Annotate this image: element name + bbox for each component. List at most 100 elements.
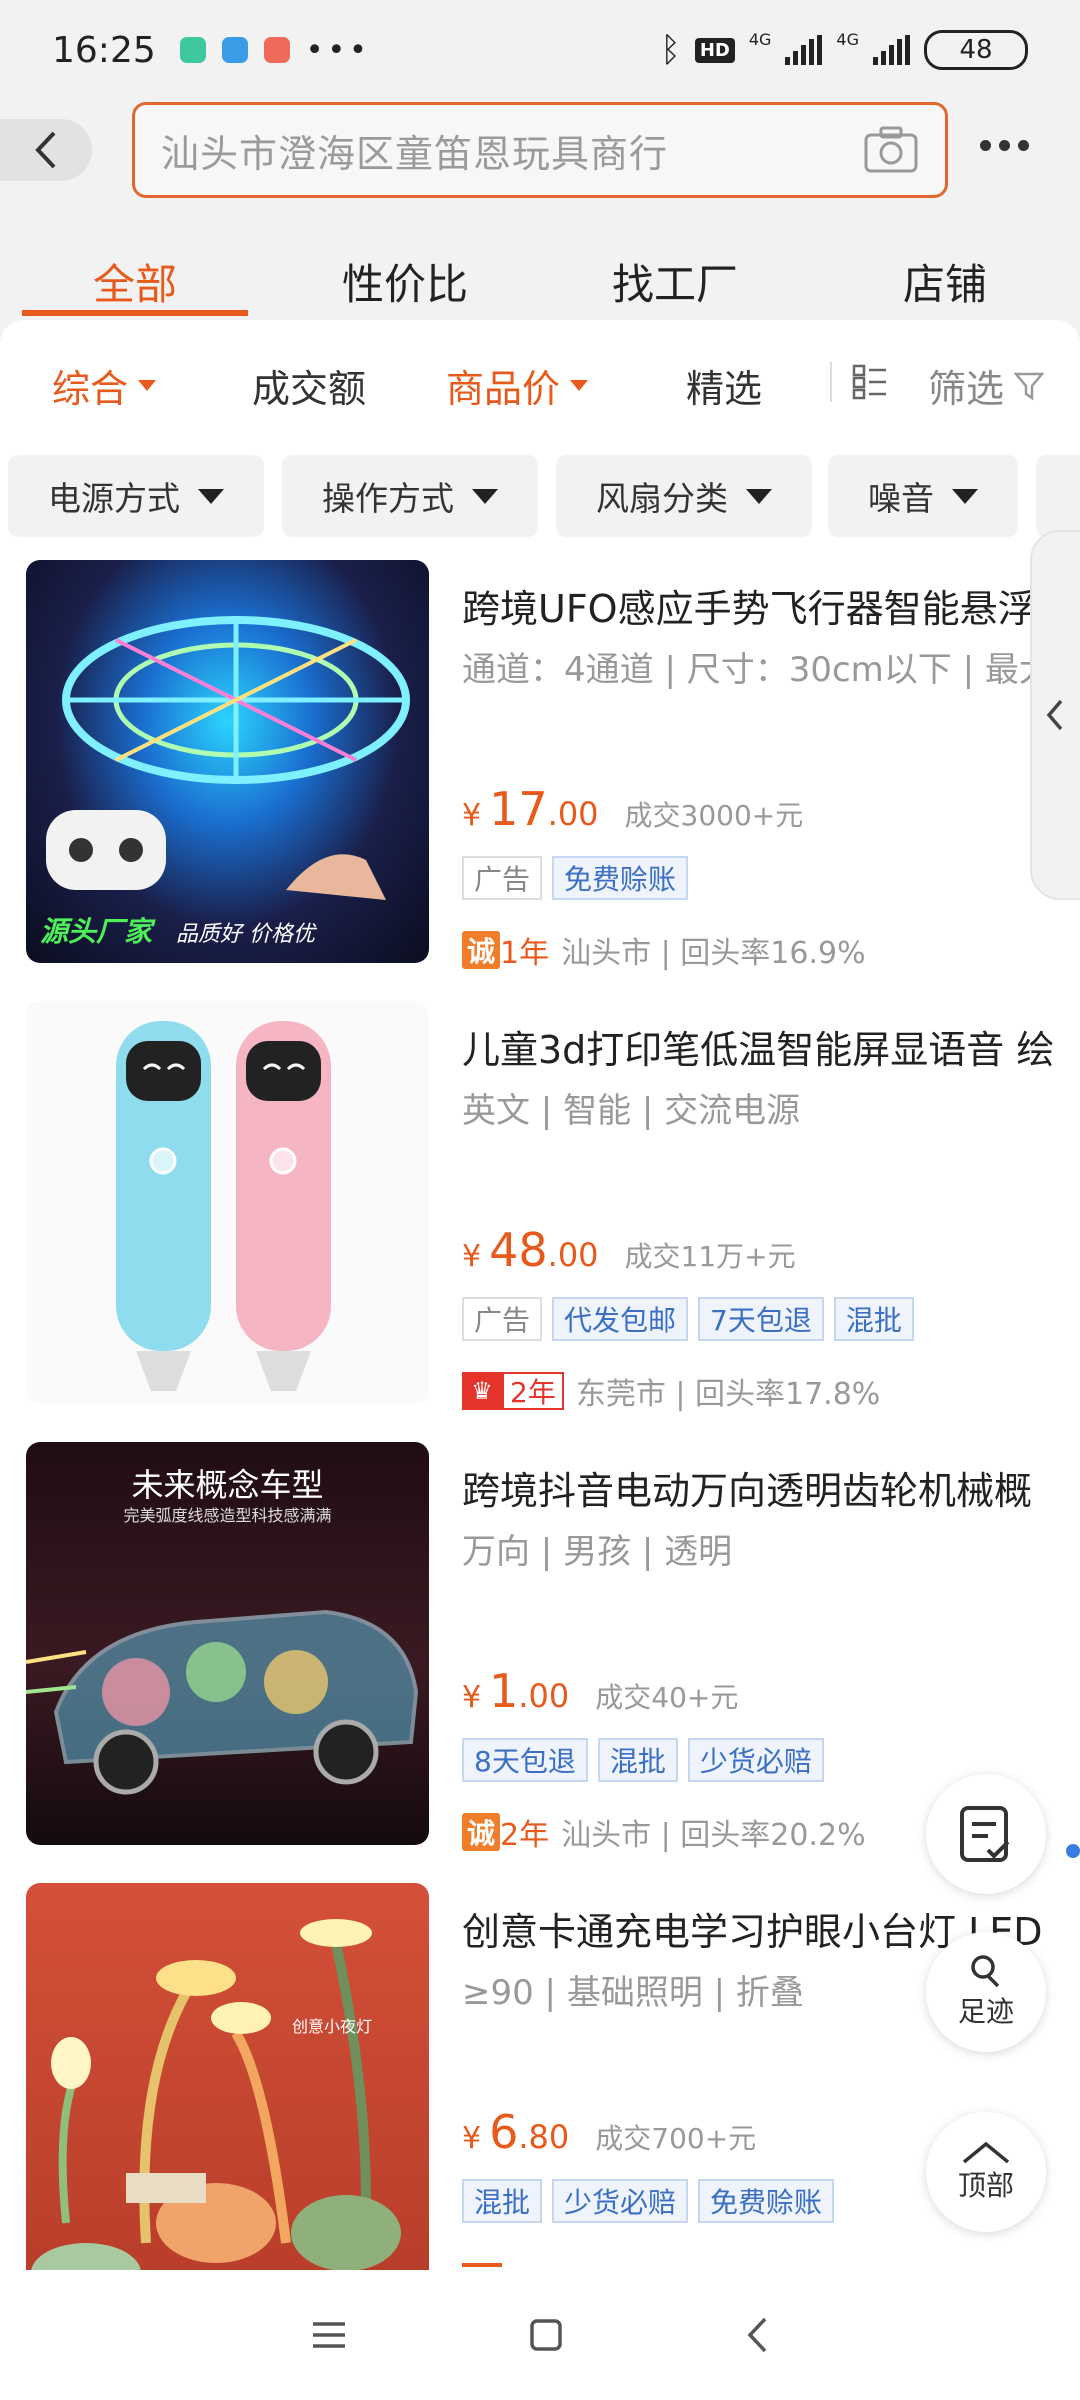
sort-turnover-label: 成交额 xyxy=(252,367,367,411)
funnel-icon xyxy=(1014,372,1045,400)
home-icon[interactable] xyxy=(529,2318,563,2352)
sort-turnover[interactable]: 成交额 xyxy=(252,358,366,413)
service-tag: 7天包退 xyxy=(698,1297,824,1341)
network-label-2: 4G xyxy=(836,30,859,49)
search-header: 汕头市澄海区童笛恩玩具商行 xyxy=(0,100,1080,205)
more-options-icon[interactable] xyxy=(980,140,1029,151)
caret-down-icon xyxy=(198,488,224,504)
divider xyxy=(830,362,832,402)
service-tag: 混批 xyxy=(833,1297,914,1341)
tab-factory[interactable]: 找工厂 xyxy=(540,215,810,315)
caret-down-icon xyxy=(472,488,498,504)
membership-years: 1年 xyxy=(500,936,550,971)
currency-symbol: ¥ xyxy=(462,1680,482,1715)
notification-dot xyxy=(1066,1844,1080,1858)
price-decimal: .00 xyxy=(547,795,599,833)
integrity-badge-icon: 诚 xyxy=(462,1813,500,1851)
product-tags: 混批 少货必赔 免费赊账 xyxy=(462,2179,835,2223)
search-input[interactable]: 汕头市澄海区童笛恩玩具商行 xyxy=(132,102,948,198)
caret-down-icon xyxy=(746,488,772,504)
layout-toggle-icon[interactable] xyxy=(852,364,888,400)
app-notification-icon xyxy=(221,37,248,63)
price-integer: 1 xyxy=(489,1664,519,1718)
filter-button[interactable]: 筛选 xyxy=(928,358,1045,413)
back-button[interactable] xyxy=(0,119,92,181)
caret-down-icon xyxy=(138,380,157,391)
product-attributes: 通道：4通道 | 尺寸：30cm以下 | 最大 xyxy=(462,650,1053,690)
menu-icon[interactable] xyxy=(311,2320,347,2350)
status-time: 16:25 xyxy=(52,29,156,71)
back-to-top-button[interactable]: 顶部 xyxy=(926,2112,1046,2232)
product-card[interactable]: 儿童3d打印笔低温智能屏显语音 绘 英文 | 智能 | 交流电源 ¥ 48 .0… xyxy=(0,1001,1080,1442)
filter-chip-noise[interactable]: 噪音 xyxy=(828,455,1018,537)
sort-price-label: 商品价 xyxy=(446,367,561,411)
side-drawer-handle[interactable] xyxy=(1030,530,1080,900)
product-card[interactable]: 源头厂家 品质好 价格优 跨境UFO感应手势飞行器智能悬浮 通道：4通道 | 尺… xyxy=(0,560,1080,1001)
service-tag: 少货必赔 xyxy=(552,2179,689,2223)
product-image-ufo[interactable]: 源头厂家 品质好 价格优 xyxy=(26,560,429,963)
status-bar: 16:25 ••• ᛒ HD 4G 4G 48 xyxy=(0,0,1080,100)
chevron-left-icon xyxy=(1046,699,1063,731)
signal-icon-2 xyxy=(873,35,910,65)
product-title: 跨境抖音电动万向透明齿轮机械概 xyxy=(462,1469,1033,1513)
back-icon[interactable] xyxy=(745,2316,769,2354)
chevron-up-icon xyxy=(962,2141,1010,2164)
seller-location-rate: 东莞市 | 回头率17.8% xyxy=(575,1377,881,1412)
product-title: 儿童3d打印笔低温智能屏显语音 绘 xyxy=(462,1028,1055,1072)
footprint-icon xyxy=(971,1955,1000,1988)
chip-label: 风扇分类 xyxy=(596,479,728,518)
caret-down-icon xyxy=(570,380,589,391)
seller-info: 诚 2年 汕头市 | 回头率20.2% xyxy=(462,1810,866,1854)
bluetooth-icon: ᛒ xyxy=(660,30,681,70)
caret-down-icon xyxy=(952,488,978,504)
seller-info: 诚 1年 汕头市 | 回头率16.9% xyxy=(462,928,866,972)
product-price: ¥ 17 .00 成交3000+元 xyxy=(462,782,803,836)
tab-all[interactable]: 全部 xyxy=(0,215,270,316)
currency-symbol: ¥ xyxy=(462,1239,482,1274)
attribute-filters: 电源方式 操作方式 风扇分类 噪音 xyxy=(0,455,1080,537)
sales-volume: 成交11万+元 xyxy=(624,1240,796,1273)
product-image-gear-car[interactable]: 未来概念车型 完美弧度线感造型科技感满满 xyxy=(26,1442,429,1845)
sort-price[interactable]: 商品价 xyxy=(446,358,589,413)
camera-icon[interactable] xyxy=(863,125,919,175)
hd-icon: HD xyxy=(694,37,735,63)
ufo-illustration xyxy=(46,616,410,900)
currency-symbol: ¥ xyxy=(462,2121,482,2156)
filter-chip-power[interactable]: 电源方式 xyxy=(8,455,264,537)
sort-selected-label: 精选 xyxy=(686,367,763,411)
sort-bar: 综合 成交额 商品价 精选 筛选 xyxy=(0,320,1080,445)
tab-value[interactable]: 性价比 xyxy=(270,215,540,315)
tab-shop[interactable]: 店铺 xyxy=(810,215,1080,315)
price-integer: 48 xyxy=(489,1223,548,1277)
product-attributes: 英文 | 智能 | 交流电源 xyxy=(462,1091,801,1131)
sort-selected[interactable]: 精选 xyxy=(686,358,762,413)
filter-chip-more[interactable] xyxy=(1036,455,1080,537)
footprint-label: 足迹 xyxy=(957,1995,1014,2028)
service-tag: 混批 xyxy=(597,1738,678,1782)
filter-chip-operation[interactable]: 操作方式 xyxy=(282,455,538,537)
price-decimal: .80 xyxy=(518,2118,570,2156)
product-card[interactable]: 创意小夜灯 创意卡通充电学习护眼小台灯 LED ≥90 | 基础照明 | 折叠 … xyxy=(0,1883,1080,2270)
sales-volume: 成交700+元 xyxy=(595,2122,757,2155)
product-tags: 8天包退 混批 少货必赔 xyxy=(462,1738,824,1782)
battery-icon: 48 xyxy=(924,30,1028,70)
image-caption: 未来概念车型 xyxy=(131,1466,324,1504)
chip-label: 操作方式 xyxy=(322,479,454,518)
chevron-left-icon xyxy=(35,131,56,169)
price-integer: 17 xyxy=(489,782,548,836)
inquiry-list-button[interactable] xyxy=(926,1774,1046,1894)
price-decimal: .00 xyxy=(518,1677,570,1715)
search-placeholder: 汕头市澄海区童笛恩玩具商行 xyxy=(161,131,669,176)
image-caption-2: 完美弧度线感造型科技感满满 xyxy=(123,1506,332,1525)
scroll-indicator xyxy=(462,2263,502,2267)
sort-comprehensive[interactable]: 综合 xyxy=(52,358,157,413)
image-caption: 创意小夜灯 xyxy=(292,2017,373,2036)
product-image-desk-lamp[interactable]: 创意小夜灯 xyxy=(26,1883,429,2270)
crown-badge-icon: ♛ xyxy=(462,1372,502,1410)
product-card[interactable]: 未来概念车型 完美弧度线感造型科技感满满 跨境抖音电动万向透明齿轮机械概 万向 … xyxy=(0,1442,1080,1883)
chat-notification-icon xyxy=(179,37,206,63)
more-notifications-icon: ••• xyxy=(305,32,371,68)
filter-chip-fan-type[interactable]: 风扇分类 xyxy=(556,455,812,537)
footprint-button[interactable]: 足迹 xyxy=(926,1932,1046,2052)
product-image-3d-pen[interactable] xyxy=(26,1001,429,1404)
